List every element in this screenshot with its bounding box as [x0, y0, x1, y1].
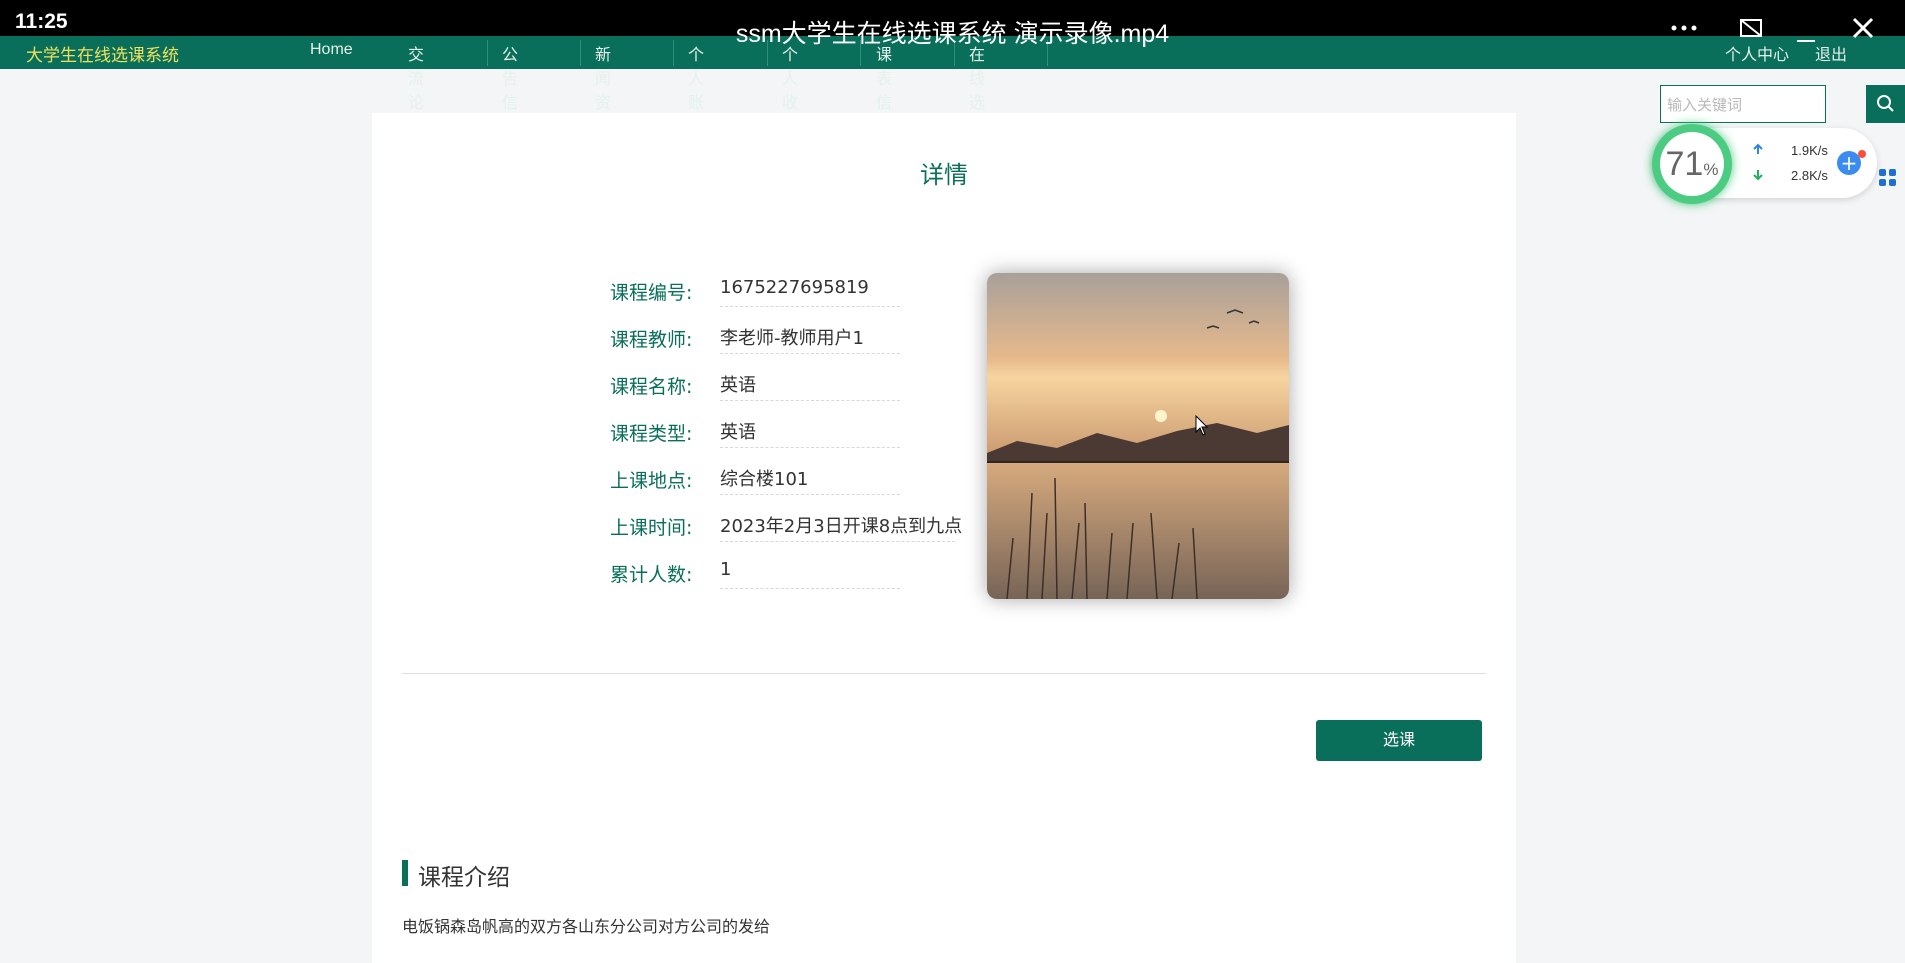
- gauge-percent: 71: [1665, 145, 1704, 183]
- apps-grid-icon[interactable]: [1878, 168, 1898, 188]
- gauge-percent-sign: %: [1703, 160, 1719, 179]
- field-value-course-type: 英语: [720, 414, 900, 448]
- field-value-course-id: 1675227695819: [720, 273, 900, 307]
- field-label-location: 上课地点:: [610, 470, 693, 492]
- section-accent-bar: [402, 860, 408, 886]
- field-label-course-type: 课程类型:: [610, 423, 693, 445]
- minimize-icon[interactable]: [1786, 8, 1826, 48]
- close-icon[interactable]: [1843, 8, 1883, 48]
- field-label-class-time: 上课时间:: [610, 517, 693, 539]
- more-horizontal-icon[interactable]: [1664, 8, 1704, 48]
- detail-card: 详情 课程编号: 1675227695819 课程教师: 李老师-教师用户1 课…: [372, 113, 1516, 963]
- mouse-cursor-icon: [1195, 415, 1209, 436]
- field-value-class-time: 2023年2月3日开课8点到九点: [720, 508, 962, 542]
- field-label-enrollment: 累计人数:: [610, 564, 693, 586]
- field-label-course-id: 课程编号:: [610, 282, 693, 304]
- upload-speed: 1.9K/s: [1791, 143, 1828, 158]
- field-value-course-name: 英语: [720, 367, 900, 401]
- field-label-course-name: 课程名称:: [610, 376, 693, 398]
- search-input[interactable]: 输入关键词: [1660, 85, 1826, 123]
- field-value-location: 综合楼101: [720, 461, 900, 495]
- cpu-gauge[interactable]: 71%: [1652, 124, 1732, 204]
- notification-dot: [1858, 150, 1866, 158]
- video-title: ssm大学生在线选课系统 演示录像.mp4: [735, 20, 1170, 48]
- course-image: [987, 273, 1289, 599]
- download-arrow-icon: [1753, 170, 1763, 181]
- divider: [402, 673, 1486, 674]
- search-icon: [1877, 95, 1894, 112]
- picture-in-picture-icon[interactable]: [1731, 8, 1771, 48]
- course-intro-text: 电饭锅森岛帆高的双方各山东分公司对方公司的发给: [402, 919, 771, 936]
- field-value-enrollment: 1: [720, 555, 900, 589]
- download-speed: 2.8K/s: [1791, 168, 1828, 183]
- course-intro-title: 课程介绍: [418, 865, 510, 891]
- detail-title: 详情: [920, 161, 968, 189]
- field-label-teacher: 课程教师:: [610, 329, 693, 351]
- upload-arrow-icon: [1753, 143, 1763, 154]
- video-player-bar: 11:25 ssm大学生在线选课系统 演示录像.mp4: [0, 0, 1905, 48]
- field-value-teacher: 李老师-教师用户1: [720, 320, 900, 354]
- search-button[interactable]: [1866, 85, 1905, 123]
- select-course-button[interactable]: 选课: [1316, 720, 1482, 761]
